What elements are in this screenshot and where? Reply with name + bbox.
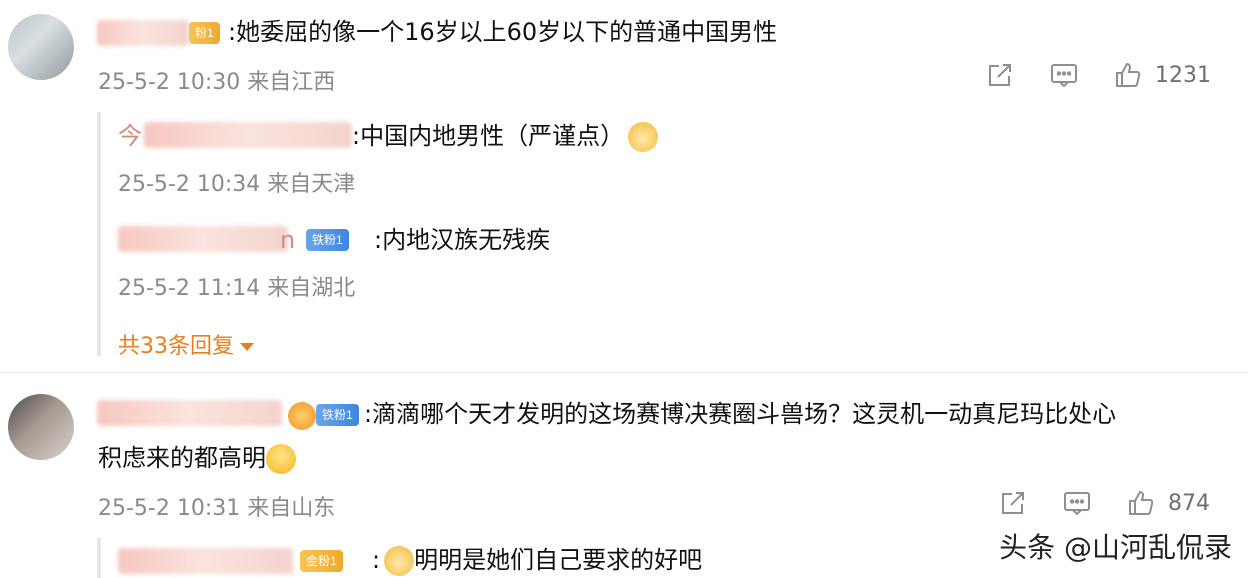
comment-icon[interactable] <box>1049 60 1079 90</box>
thumbs-up-icon[interactable] <box>1126 488 1156 518</box>
watermark: 头条 @山河乱侃录 <box>999 531 1232 564</box>
comment-meta: 25-5-2 10:30 来自江西 <box>98 70 336 95</box>
reply-text: :中国内地男性（严谨点） <box>352 120 659 152</box>
share-icon[interactable] <box>985 60 1015 90</box>
heart-emoji-icon <box>288 402 316 430</box>
fan-badge: 金粉1 <box>300 550 343 572</box>
reply-username-blurred[interactable] <box>144 122 352 148</box>
comment-icon[interactable] <box>1062 488 1092 518</box>
like-count: 1231 <box>1155 62 1211 88</box>
reply-text: :内地汉族无残疾 <box>374 226 551 254</box>
comment-actions: 874 <box>998 488 1210 518</box>
share-icon[interactable] <box>998 488 1028 518</box>
cat-emoji-icon <box>628 122 659 152</box>
reply-text: : 明明是她们自己要求的好吧 <box>372 546 703 576</box>
reply-thread-line <box>97 538 101 578</box>
comment-divider <box>0 372 1248 373</box>
comment-text-continued: 积虑来的都高明 <box>98 442 296 474</box>
caret-down-icon <box>240 343 254 351</box>
avatar[interactable] <box>8 14 74 80</box>
reply-meta: 25-5-2 10:34 来自天津 <box>118 172 356 197</box>
reply-thread-line <box>97 112 101 356</box>
thumbs-up-icon[interactable] <box>1113 60 1143 90</box>
comment-meta: 25-5-2 10:31 来自山东 <box>98 496 336 521</box>
like-count: 874 <box>1168 490 1210 516</box>
comment-actions: 1231 <box>985 60 1211 90</box>
comment-text: :滴滴哪个天才发明的这场赛博决赛圈斗兽场？这灵机一动真尼玛比处心 <box>364 400 1117 428</box>
reply-username-visible[interactable]: n <box>280 224 295 256</box>
avatar[interactable] <box>8 394 74 460</box>
username-blurred[interactable] <box>97 400 282 426</box>
more-replies-link[interactable]: 共33条回复 <box>118 328 254 360</box>
reply-username-visible[interactable]: 今 <box>118 120 142 152</box>
fan-badge: 粉1 <box>189 22 220 44</box>
reply-username-blurred[interactable] <box>118 226 288 252</box>
reply-meta: 25-5-2 11:14 来自湖北 <box>118 276 356 301</box>
cat-emoji-icon <box>384 546 415 576</box>
laughing-emoji-icon <box>266 444 296 474</box>
reply-username-blurred[interactable] <box>118 548 293 574</box>
fan-badge: 铁粉1 <box>306 229 349 251</box>
username-blurred[interactable] <box>97 20 189 46</box>
fan-badge: 铁粉1 <box>316 404 359 426</box>
comment-text: :她委屈的像一个16岁以上60岁以下的普通中国男性 <box>228 18 778 46</box>
